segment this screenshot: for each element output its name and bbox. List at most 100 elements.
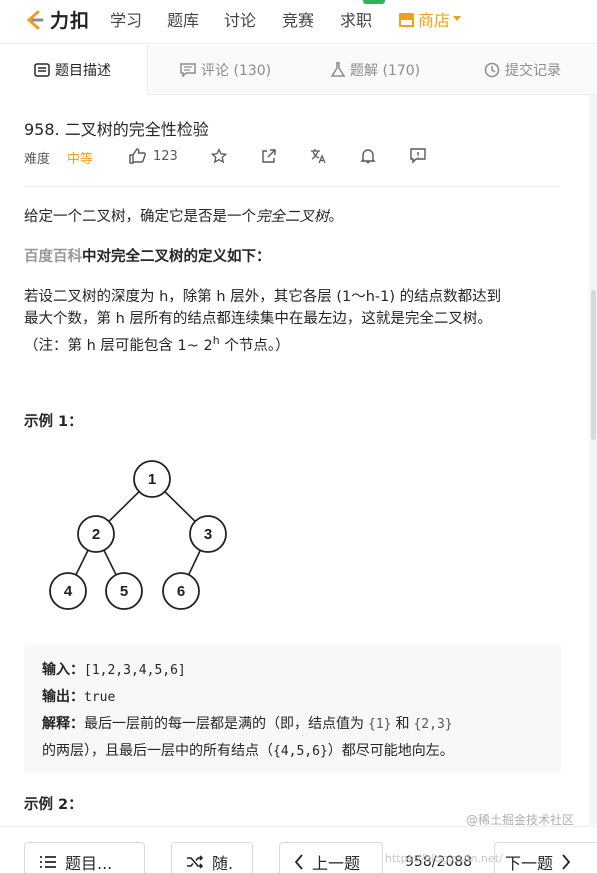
tree-node-3-label: 3 [204, 526, 212, 543]
meta-divider [24, 186, 560, 187]
definition-line-1: 若设二叉树的深度为 h，除第 h 层外，其它各层 (1～h-1) 的结点数都达到 [24, 289, 502, 305]
tab-description[interactable]: 题目描述 [0, 45, 148, 95]
top-navigation: 力扣 学习 题库 讨论 竞赛 求职 商店 [0, 0, 597, 44]
code-1: {1} [368, 717, 392, 732]
definition-heading: 百度百科中对完全二叉树的定义如下： [24, 246, 271, 268]
definition-heading-text: 中对完全二叉树的定义如下： [82, 249, 271, 265]
tab-comments-label: 评论 (130) [201, 63, 272, 79]
nav-discuss[interactable]: 讨论 [224, 7, 256, 31]
input-value: [1,2,3,4,5,6] [84, 663, 186, 678]
superscript-h: h [212, 334, 220, 347]
logo-text: 力扣 [50, 10, 91, 32]
definition-line-3-a: （注：第 h 层可能包含 1~ 2 [24, 337, 213, 354]
thumbs-up-icon [129, 148, 146, 164]
star-icon [210, 147, 228, 164]
favorite-button[interactable] [210, 147, 228, 168]
definition-line-3-b: 个节点。） [219, 337, 290, 354]
tab-description-label: 题目描述 [55, 63, 111, 79]
like-button[interactable]: 123 [129, 148, 178, 164]
problem-tabs: 题目描述 评论 (130) 题解 (170) 提交记录 [0, 45, 597, 95]
example-2-heading: 示例 2： [24, 797, 83, 813]
bottom-toolbar: 题目... 随. 上一题 958/2088 下一题 [0, 826, 597, 873]
leetcode-logo[interactable]: 力扣 [24, 6, 90, 33]
definition-line-3: （注：第 h 层可能包含 1~ 2h 个节点。） [24, 330, 569, 357]
bell-icon [360, 149, 376, 164]
nav-jobs[interactable]: 求职 [340, 7, 372, 31]
example-explain-line-2: 的两层），且最后一层中的所有结点（{4,5,6}）都尽可能地向左。 [42, 738, 561, 765]
tree-node-5-label: 5 [120, 583, 128, 600]
tab-comments[interactable]: 评论 (130) [180, 45, 271, 95]
example-input-line: 输入：[1,2,3,4,5,6] [42, 657, 561, 684]
next-problem-button[interactable]: 下一题 [494, 842, 597, 873]
prev-problem-label: 上一题 [312, 854, 361, 873]
definition-line-2: 最大个数，第 h 层所有的结点都连续集中在最左边，这就是完全二叉树。 [24, 311, 492, 327]
explain-text-c: ）都尽可能地向左。 [327, 743, 454, 759]
explain-and: 和 [395, 716, 410, 732]
feedback-button[interactable] [410, 148, 426, 168]
problem-meta: 难度 中等 123 [24, 147, 584, 168]
nav-problemset[interactable]: 题库 [167, 7, 199, 31]
shop-icon [399, 12, 414, 27]
comment-icon [180, 63, 196, 77]
flask-icon [331, 62, 345, 77]
scrollbar-track[interactable] [589, 95, 597, 825]
code-3: {4,5,6} [273, 744, 328, 759]
problem-list-label: 题目... [65, 854, 113, 873]
translate-icon [311, 149, 326, 164]
share-icon [262, 149, 276, 163]
problem-list-button[interactable]: 题目... [24, 842, 145, 873]
next-problem-label: 下一题 [505, 854, 554, 873]
shop-badge [363, 0, 385, 4]
shop-label: 商店 [418, 11, 451, 30]
like-count: 123 [153, 148, 178, 164]
explain-label: 解释： [42, 716, 84, 732]
leetcode-logo-icon [26, 10, 44, 29]
random-problem-button[interactable]: 随. [171, 842, 253, 873]
problem-intro: 给定一个二叉树，确定它是否是一个完全二叉树。 [24, 206, 343, 228]
binary-tree-diagram: 1 2 3 4 5 6 [49, 460, 227, 610]
intro-text: 给定一个二叉树，确定它是否是一个 [24, 209, 256, 225]
tab-submissions-label: 提交记录 [505, 63, 561, 79]
tab-submissions[interactable]: 提交记录 [484, 45, 561, 95]
tree-node-6-label: 6 [177, 583, 185, 600]
example-explain-line-1: 解释：最后一层前的每一层都是满的（即，结点值为 {1} 和 {2,3} [42, 711, 561, 738]
explain-text-b: 的两层），且最后一层中的所有结点（ [42, 743, 273, 759]
nav-learn[interactable]: 学习 [110, 7, 142, 31]
chevron-left-icon [294, 854, 303, 870]
tree-node-1-label: 1 [148, 471, 156, 488]
list-icon [40, 856, 56, 868]
share-button[interactable] [261, 148, 277, 168]
tree-node-4-label: 4 [64, 583, 73, 600]
url-watermark: https://blog.csdn.net/ [385, 852, 503, 865]
description-icon [34, 63, 50, 77]
feedback-icon [410, 148, 426, 164]
chevron-right-icon [562, 854, 571, 870]
translate-button[interactable] [310, 148, 327, 168]
explain-text-a: 最后一层前的每一层都是满的（即，结点值为 [84, 716, 364, 732]
example-1-block: 输入：[1,2,3,4,5,6] 输出：true 解释：最后一层前的每一层都是满… [24, 645, 561, 773]
baike-link[interactable]: 百度百科 [24, 249, 82, 265]
output-label: 输出： [42, 689, 84, 705]
tab-solutions[interactable]: 题解 (170) [331, 45, 420, 95]
intro-end: 。 [328, 209, 344, 225]
input-label: 输入： [42, 662, 84, 678]
notification-button[interactable] [360, 148, 376, 168]
difficulty-label: 难度 [24, 152, 51, 167]
tab-solutions-label: 题解 (170) [350, 63, 421, 79]
example-1-heading: 示例 1： [24, 414, 83, 430]
prev-problem-button[interactable]: 上一题 [279, 842, 383, 873]
intro-term: 完全二叉树 [256, 209, 329, 225]
nav-contest[interactable]: 竞赛 [282, 7, 314, 31]
clock-icon [484, 62, 500, 78]
code-2: {2,3} [413, 717, 453, 732]
output-value: true [84, 690, 116, 705]
scrollbar-thumb[interactable] [591, 290, 596, 440]
tree-node-2-label: 2 [92, 526, 100, 543]
chevron-down-icon [453, 16, 462, 21]
nav-shop[interactable]: 商店 [398, 7, 462, 31]
shuffle-icon [187, 855, 204, 869]
example-output-line: 输出：true [42, 684, 561, 711]
definition-paragraph: 若设二叉树的深度为 h，除第 h 层外，其它各层 (1～h-1) 的结点数都达到… [24, 286, 569, 357]
random-problem-label: 随. [212, 854, 234, 873]
problem-title: 958. 二叉树的完全性检验 [24, 120, 209, 139]
